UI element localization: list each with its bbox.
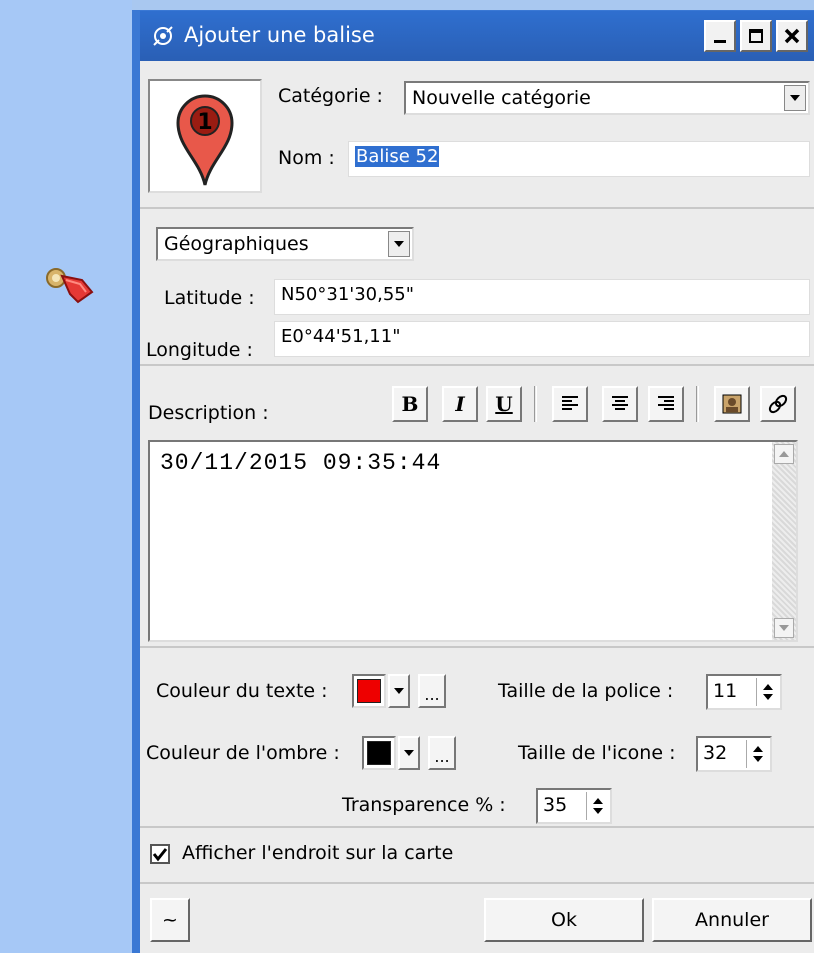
display-options-panel: Couleur du texte : ... Taille de la poli… [140,650,814,828]
align-left-icon [562,396,578,410]
bold-button[interactable]: B [392,386,428,422]
marker-number: 1 [197,110,212,135]
name-value: Balise 52 [355,146,440,167]
shadow-color-label: Couleur de l'ombre : [146,742,340,764]
description-scrollbar[interactable] [772,442,796,640]
spin-arrows-icon [752,746,763,762]
category-select[interactable]: Nouvelle catégorie [404,81,810,115]
cancel-button[interactable]: Annuler [652,898,812,942]
transparency-value: 35 [543,794,568,816]
satellite-icon [153,26,173,46]
maximize-icon [749,29,763,43]
chevron-up-icon [779,451,789,457]
description-panel: Description : B I U 30/11/2015 09:35:44 [140,368,814,648]
minimize-button[interactable] [704,20,736,52]
align-right-button[interactable] [648,386,684,422]
red-pin-icon: 1 [176,94,234,186]
text-color-dropdown-button[interactable] [388,674,410,708]
coordinate-format-value: Géographiques [164,233,309,255]
chevron-down-icon [779,625,789,631]
scroll-down-button[interactable] [774,618,794,638]
chevron-down-icon [394,688,404,694]
description-text: 30/11/2015 09:35:44 [160,450,442,476]
name-label: Nom : [278,147,335,169]
text-color-more-button[interactable]: ... [418,674,446,708]
identity-panel: 1 Catégorie : Nouvelle catégorie Nom : B… [140,61,814,209]
spin-arrows-icon [592,798,603,814]
chevron-down-icon [404,750,414,756]
description-textarea[interactable]: 30/11/2015 09:35:44 [148,440,798,642]
italic-button[interactable]: I [442,386,478,422]
close-icon [784,28,800,44]
toolbar-separator [534,386,537,422]
name-field[interactable]: Balise 52 [348,141,810,177]
shadow-color-more-button[interactable]: ... [428,736,456,770]
latitude-field[interactable]: N50°31'30,55" [274,279,810,315]
text-color-label: Couleur du texte : [156,680,328,702]
align-center-icon [612,396,628,410]
icon-size-spinner[interactable]: 32 [696,736,772,772]
longitude-field[interactable]: E0°44'51,11" [274,321,810,357]
chevron-down-icon [790,95,800,101]
map-marker-icon[interactable] [40,262,96,306]
latitude-label: Latitude : [164,287,255,309]
tilde-button[interactable]: ~ [150,898,190,942]
dialog-footer: ~ Ok Annuler [140,886,814,953]
map-background [0,0,132,953]
align-right-icon [658,396,674,410]
insert-image-icon [722,394,742,414]
title-bar: Ajouter une balise [140,11,814,61]
transparency-label: Transparence % : [342,794,506,816]
coordinates-panel: Géographiques Latitude : N50°31'30,55" L… [140,211,814,366]
checkmark-icon [152,848,168,862]
category-value: Nouvelle catégorie [412,87,591,109]
icon-size-label: Taille de l'icone : [518,742,676,764]
longitude-label: Longitude : [146,339,253,361]
coordinate-format-dropdown-button[interactable] [388,231,410,257]
transparency-spinner[interactable]: 35 [536,788,612,824]
marker-icon-picker[interactable]: 1 [148,79,262,193]
scroll-up-button[interactable] [774,444,794,464]
insert-image-button[interactable] [714,386,750,422]
shadow-color-fill [367,741,391,765]
close-button[interactable] [776,20,808,52]
icon-size-spin-buttons[interactable] [746,740,768,768]
transparency-spin-buttons[interactable] [586,792,608,820]
font-size-label: Taille de la police : [498,680,674,702]
window-title: Ajouter une balise [184,23,375,47]
font-size-spin-buttons[interactable] [756,678,778,706]
spin-arrows-icon [762,684,773,700]
underline-button[interactable]: U [486,386,522,422]
chevron-down-icon [394,241,404,247]
insert-link-button[interactable] [760,386,796,422]
ok-button[interactable]: Ok [484,898,644,942]
insert-link-icon [768,394,788,414]
text-color-fill [357,679,381,703]
align-left-button[interactable] [552,386,588,422]
category-label: Catégorie : [278,85,383,107]
shadow-color-dropdown-button[interactable] [398,736,420,770]
show-on-map-checkbox[interactable] [150,844,170,864]
show-on-map-panel: Afficher l'endroit sur la carte [140,830,814,884]
show-on-map-label: Afficher l'endroit sur la carte [182,842,454,864]
text-color-swatch[interactable] [352,674,386,708]
minimize-icon [714,40,726,43]
category-dropdown-button[interactable] [784,85,806,111]
description-label: Description : [148,402,269,424]
toolbar-separator [696,386,699,422]
add-marker-dialog: Ajouter une balise 1 Catégorie : Nouvell… [132,10,814,953]
coordinate-format-select[interactable]: Géographiques [156,227,414,261]
shadow-color-swatch[interactable] [362,736,396,770]
font-size-value: 11 [713,680,738,702]
maximize-button[interactable] [740,20,772,52]
icon-size-value: 32 [703,742,728,764]
font-size-spinner[interactable]: 11 [706,674,782,710]
align-center-button[interactable] [602,386,638,422]
